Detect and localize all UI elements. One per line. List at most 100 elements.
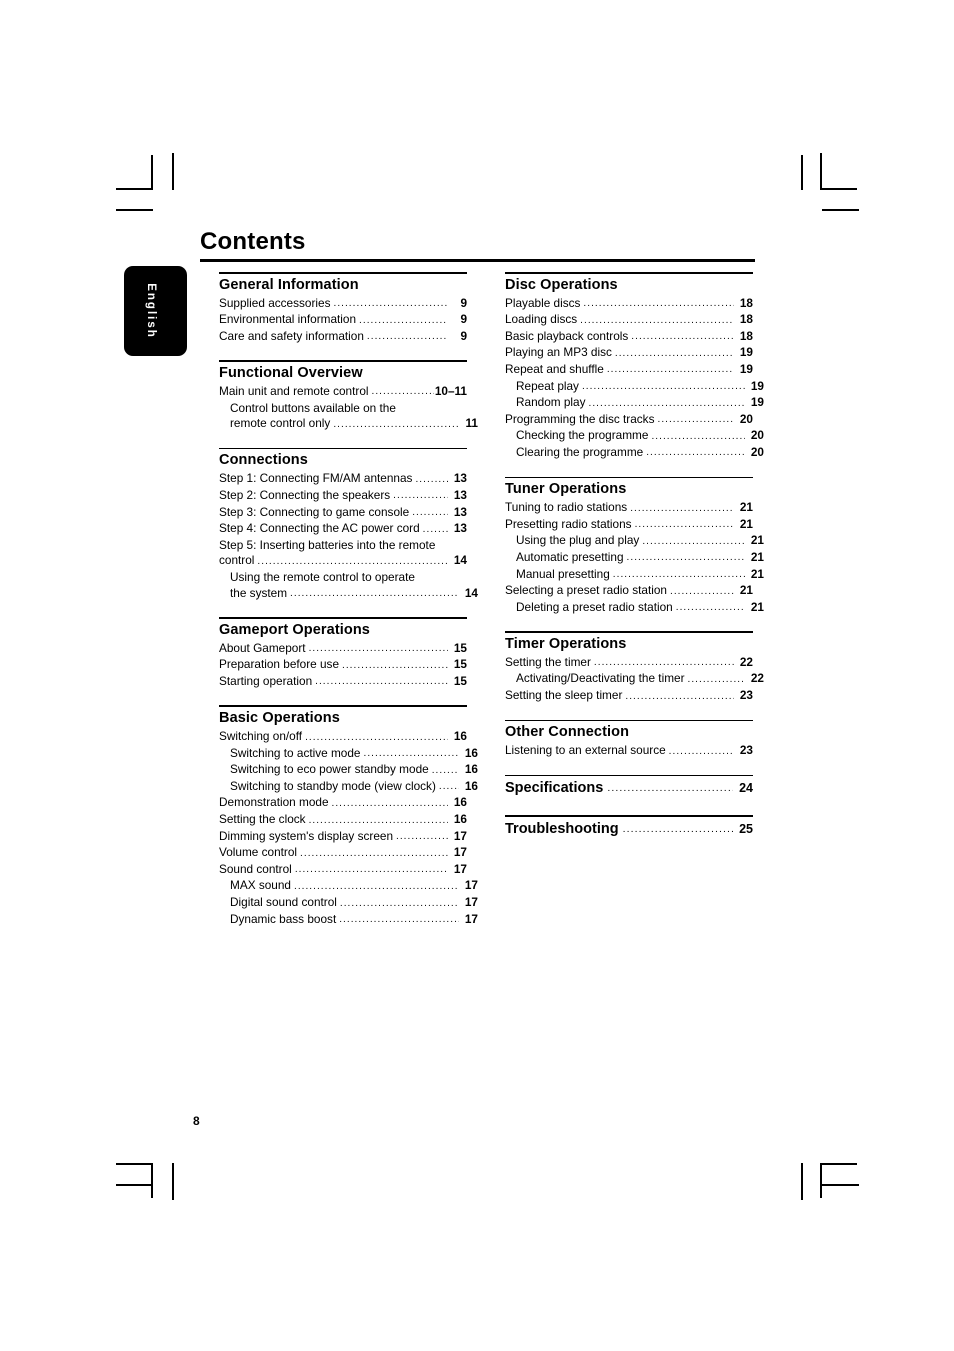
toc-column-left: General Information Supplied accessories.… — [219, 272, 478, 943]
toc-entry[interactable]: About Gameport..........................… — [219, 641, 467, 658]
toc-entry[interactable]: Dynamic bass boost......................… — [219, 912, 478, 929]
toc-entry[interactable]: Basic playback controls.................… — [505, 329, 753, 346]
toc-page-number: 21 — [739, 500, 753, 515]
toc-section: Other Connection Listening to an external… — [505, 719, 753, 760]
toc-page-number: 17 — [453, 861, 467, 876]
toc-entry-label: Main unit and remote control — [219, 383, 369, 398]
toc-entry[interactable]: Switching to active mode................… — [219, 746, 478, 763]
toc-section-heading[interactable]: Troubleshooting.........................… — [505, 818, 753, 841]
toc-entry[interactable]: Setting the sleep timer.................… — [505, 688, 753, 705]
toc-entry[interactable]: Manual presetting.......................… — [505, 567, 764, 584]
toc-entry-label: Listening to an external source — [505, 743, 666, 758]
toc-entry[interactable]: Preparation before use..................… — [219, 657, 467, 674]
leader-dots: ........................................… — [580, 314, 734, 326]
toc-entry[interactable]: Setting the clock.......................… — [219, 812, 467, 829]
toc-entry[interactable]: Presetting radio stations...............… — [505, 517, 753, 534]
toc-entry[interactable]: Using the remote control to operate.....… — [219, 570, 478, 586]
toc-entry[interactable]: Switching to eco power standby mode.....… — [219, 762, 478, 779]
toc-section-heading-label: Troubleshooting — [505, 821, 619, 838]
toc-page-number: 16 — [453, 795, 467, 810]
leader-dots: ........................................… — [308, 643, 448, 655]
toc-entry[interactable]: Care and safety information.............… — [219, 329, 467, 346]
toc-entry[interactable]: Step 4: Connecting the AC power cord....… — [219, 521, 467, 538]
toc-entry-label: Repeat play — [516, 378, 579, 393]
toc-entry[interactable]: Demonstration mode......................… — [219, 795, 467, 812]
toc-entry[interactable]: Switching on/off........................… — [219, 729, 467, 746]
page-title: Contents — [200, 228, 306, 255]
toc-entry[interactable]: Repeat play.............................… — [505, 379, 764, 396]
toc-entry[interactable]: Activating/Deactivating the timer.......… — [505, 671, 764, 688]
toc-page-number: 17 — [464, 878, 478, 893]
crop-mark-bottom-left — [116, 1163, 153, 1165]
toc-entry[interactable]: Tuning to radio stations................… — [505, 500, 753, 517]
language-tab: English — [124, 266, 187, 356]
toc-entry[interactable]: Control buttons available on the........… — [219, 401, 478, 417]
toc-entry-label: remote control only — [230, 416, 331, 431]
toc-entry-label: Environmental information — [219, 312, 357, 327]
leader-dots: ........................................… — [415, 473, 448, 485]
toc-entry[interactable]: Automatic presetting....................… — [505, 550, 764, 567]
toc-entry[interactable]: Supplied accessories....................… — [219, 296, 467, 313]
toc-entry[interactable]: Repeat and shuffle......................… — [505, 362, 753, 379]
toc-page-number: 21 — [739, 516, 753, 531]
toc-entry[interactable]: Setting the timer.......................… — [505, 655, 753, 672]
crop-mark-bottom-right — [820, 1163, 857, 1165]
toc-entry[interactable]: Loading discs...........................… — [505, 312, 753, 329]
toc-entry[interactable]: Switching to standby mode (view clock)..… — [219, 779, 478, 796]
toc-entry[interactable]: Step 2: Connecting the speakers.........… — [219, 488, 467, 505]
leader-dots: ........................................… — [339, 897, 459, 909]
toc-entry[interactable]: Deleting a preset radio station.........… — [505, 600, 764, 617]
toc-entry[interactable]: Playable discs..........................… — [505, 296, 753, 313]
toc-entry[interactable]: Step 3: Connecting to game console......… — [219, 505, 467, 522]
leader-dots: ........................................… — [339, 914, 459, 926]
toc-section-heading: Basic Operations — [219, 710, 340, 727]
toc-entry[interactable]: Sound control...........................… — [219, 862, 467, 879]
leader-dots: ........................................… — [366, 331, 448, 343]
toc-entry[interactable]: control.................................… — [219, 553, 467, 570]
toc-section: Functional Overview Main unit and remote … — [219, 360, 478, 432]
toc-entry[interactable]: Clearing the programme..................… — [505, 445, 764, 462]
toc-entry-label: Loading discs — [505, 312, 578, 327]
toc-entry[interactable]: Programming the disc tracks.............… — [505, 412, 753, 429]
toc-page-number: 19 — [750, 378, 764, 393]
toc-entry[interactable]: Digital sound control...................… — [219, 895, 478, 912]
toc-entry[interactable]: Selecting a preset radio station........… — [505, 583, 753, 600]
language-tab-label: English — [145, 283, 158, 339]
leader-dots: ........................................… — [371, 386, 434, 398]
toc-entry-label: Demonstration mode — [219, 795, 329, 810]
toc-entry[interactable]: Volume control..........................… — [219, 845, 467, 862]
toc-entry[interactable]: Using the plug and play.................… — [505, 533, 764, 550]
toc-entry[interactable]: remote control only.....................… — [219, 416, 478, 433]
leader-dots: ........................................… — [626, 552, 745, 564]
toc-entry[interactable]: Main unit and remote control............… — [219, 384, 467, 401]
toc-entry[interactable]: Environmental information...............… — [219, 312, 467, 329]
toc-entry-label: Playing an MP3 disc — [505, 345, 612, 360]
section-divider — [219, 447, 467, 450]
leader-dots: ........................................… — [359, 314, 448, 326]
toc-entry-label: Switching to active mode — [230, 745, 361, 760]
section-divider — [505, 476, 753, 479]
toc-page-number: 20 — [750, 428, 764, 443]
toc-entry[interactable]: Listening to an external source.........… — [505, 743, 753, 760]
toc-entry[interactable]: Dimming system's display screen.........… — [219, 829, 467, 846]
leader-dots: ........................................… — [393, 490, 448, 502]
toc-entry[interactable]: MAX sound...............................… — [219, 878, 478, 895]
leader-dots: ........................................… — [363, 748, 460, 760]
leader-dots: ........................................… — [630, 502, 734, 514]
toc-page-number: 23 — [739, 688, 753, 703]
toc-entry[interactable]: Starting operation......................… — [219, 674, 467, 691]
toc-entry[interactable]: Random play.............................… — [505, 395, 764, 412]
toc-entry-label: Step 2: Connecting the speakers — [219, 487, 391, 502]
toc-entry[interactable]: Step 5: Inserting batteries into the rem… — [219, 538, 467, 554]
toc-entry-label: Playable discs — [505, 295, 581, 310]
toc-section-heading[interactable]: Specifications..........................… — [505, 777, 753, 800]
toc-page-number: 9 — [460, 328, 467, 343]
toc-entry-label: Supplied accessories — [219, 295, 331, 310]
toc-entry-label: Switching to standby mode (view clock) — [230, 778, 436, 793]
toc-entry[interactable]: Playing an MP3 disc.....................… — [505, 345, 753, 362]
toc-entry[interactable]: Checking the programme..................… — [505, 428, 764, 445]
toc-entry-label: Tuning to radio stations — [505, 500, 628, 515]
toc-entry-label: Volume control — [219, 845, 298, 860]
toc-entry[interactable]: the system..............................… — [219, 586, 478, 603]
toc-entry[interactable]: Step 1: Connecting FM/AM antennas.......… — [219, 471, 467, 488]
